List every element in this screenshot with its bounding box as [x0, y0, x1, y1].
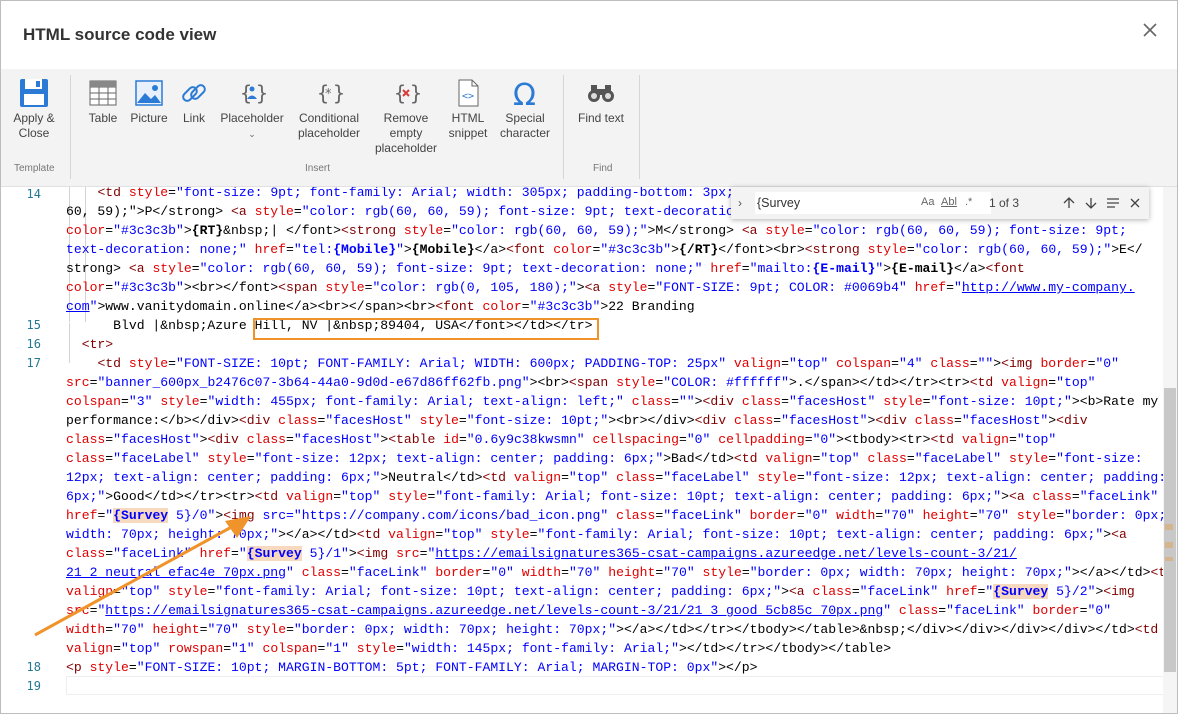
code-line: text-decoration: none;" href="tel:{Mobil… [66, 242, 1143, 257]
template-group-label: Template [14, 163, 55, 174]
conditional-placeholder-label: Conditional placeholder [297, 111, 361, 140]
highlighted-src: src="https://company.com/icons/bad_icon.… [262, 508, 609, 523]
placeholder-icon: {} [236, 77, 268, 109]
find-in-selection-icon[interactable] [1105, 195, 1121, 211]
code-line: valign="top" style="font-family: Arial; … [66, 584, 1135, 599]
code-line: com">www.vanitydomain.online</a><br></sp… [66, 299, 695, 314]
chevron-right-icon[interactable]: › [738, 196, 750, 210]
conditional-placeholder-button[interactable]: {} * Conditional placeholder [293, 77, 365, 141]
code-editor[interactable]: 14 15 16 17 18 19 <td style="font-size: … [1, 187, 1163, 713]
save-icon [18, 77, 50, 109]
divider [70, 75, 71, 179]
svg-text:{: { [240, 81, 252, 105]
code-line: class="faceLink" href="{Survey 5}/1"><im… [66, 546, 1017, 561]
match-marker [1165, 524, 1173, 530]
code-line: strong> <a style="color: rgb(60, 60, 59)… [66, 261, 1025, 276]
code-line: <tr> [81, 337, 114, 352]
picture-label: Picture [130, 111, 168, 125]
ribbon-toolbar: Apply & Close Template Table Picture Lin… [1, 69, 1177, 187]
code-line: width="70" height="70" style="border: 0p… [66, 622, 1159, 637]
divider [639, 75, 640, 179]
code-line: color="#3c3c3b"><br></font><span style="… [66, 280, 1135, 295]
whole-word-toggle[interactable]: Abl [941, 196, 957, 208]
svg-text:*: * [325, 87, 332, 102]
binoculars-icon [585, 77, 617, 109]
html-file-icon: <> [452, 77, 484, 109]
code-line: class="facesHost"><div class="facesHost"… [66, 432, 1057, 447]
svg-text:<>: <> [462, 91, 474, 102]
arrow-up-icon[interactable] [1061, 195, 1077, 211]
regex-toggle[interactable]: .* [965, 196, 972, 208]
special-character-label: Special character [499, 111, 551, 140]
special-character-button[interactable]: Ω Special character [497, 77, 553, 141]
table-icon [87, 77, 119, 109]
code-line: src="https://emailsignatures365-csat-cam… [66, 603, 1112, 618]
find-widget: › Aa Abl .* 1 of 3 [731, 187, 1149, 219]
code-line: valign="top" rowspan="1" colspan="1" sty… [66, 641, 892, 656]
line-number: 14 [26, 187, 41, 201]
arrow-down-icon[interactable] [1083, 195, 1099, 211]
divider [563, 75, 564, 179]
apply-close-label: Apply & Close [13, 111, 55, 140]
code-line: colspan="3" style="width: 455px; font-fa… [66, 394, 1159, 409]
svg-text:{: { [394, 81, 406, 105]
find-group-label: Find [593, 163, 613, 174]
match-marker [1165, 542, 1173, 548]
link-label: Link [182, 111, 205, 125]
close-icon[interactable] [1139, 19, 1161, 41]
line-number: 16 [26, 337, 41, 351]
omega-icon: Ω [509, 77, 541, 113]
current-line [66, 676, 1163, 695]
html-snippet-label: HTML snippet [448, 111, 488, 140]
svg-text:Ω: Ω [513, 78, 536, 109]
table-button[interactable]: Table [85, 77, 121, 126]
link-button[interactable]: Link [177, 77, 211, 126]
code-line: 12px; text-align: center; padding: 6px;"… [66, 470, 1163, 485]
svg-text:}: } [410, 81, 422, 105]
chevron-down-icon: ⌄ [248, 129, 256, 139]
remove-empty-placeholder-label: Remove empty placeholder [374, 111, 438, 155]
apply-close-button[interactable]: Apply & Close [9, 77, 59, 141]
svg-text:}: } [333, 81, 345, 105]
code-line: class="faceLabel" style="font-size: 12px… [66, 451, 1143, 466]
close-find-icon[interactable] [1127, 195, 1143, 211]
placeholder-button[interactable]: {} Placeholder ⌄ [219, 77, 285, 142]
dialog-title: HTML source code view [23, 25, 217, 44]
remove-placeholder-icon: {} [390, 77, 422, 109]
line-number: 18 [26, 660, 41, 674]
find-text-button[interactable]: Find text [575, 77, 627, 126]
line-number: 17 [26, 356, 41, 370]
code-line: <p style="FONT-SIZE: 10pt; MARGIN-BOTTOM… [66, 660, 758, 675]
match-marker [1165, 557, 1173, 561]
code-line: 21_2_neutral_efac4e_70px.png" class="fac… [66, 565, 1163, 580]
code-line: Blvd |&nbsp;Azure Hill, NV |&nbsp;89404,… [66, 318, 593, 333]
conditional-placeholder-icon: {} * [313, 77, 345, 109]
placeholder-label: Placeholder [220, 111, 284, 125]
table-label: Table [88, 111, 118, 125]
code-line: <td style="FONT-SIZE: 10pt; FONT-FAMILY:… [97, 356, 1120, 371]
remove-empty-placeholder-button[interactable]: {} Remove empty placeholder [373, 77, 439, 156]
code-line: width: 70px; height: 70px;"></a></td><td… [66, 527, 1127, 542]
match-case-toggle[interactable]: Aa [921, 196, 934, 208]
svg-text:}: } [256, 81, 268, 105]
code-line: 6px;">Good</td></tr><tr><td valign="top"… [66, 489, 1159, 504]
link-icon [178, 77, 210, 109]
code-line: color="#3c3c3b">{RT}&nbsp;| </font><stro… [66, 223, 1127, 238]
code-line: src="banner_600px_b2476c07-3b64-44a0-9d0… [66, 375, 1096, 390]
picture-icon [133, 77, 165, 109]
code-line: href="{Survey 5}/0"><img src="https://co… [66, 508, 1163, 523]
html-source-dialog: HTML source code view Apply & Close Temp… [0, 0, 1178, 714]
find-text-label: Find text [577, 111, 625, 125]
picture-button[interactable]: Picture [129, 77, 169, 126]
highlight-box [253, 318, 599, 340]
scrollbar-thumb[interactable] [1164, 388, 1176, 672]
code-line: performance:</b></div><div class="facesH… [66, 413, 1088, 428]
match-count: 1 of 3 [989, 196, 1020, 210]
line-number: 15 [26, 318, 41, 332]
insert-group-label: Insert [305, 163, 331, 174]
line-number: 19 [26, 679, 41, 693]
html-snippet-button[interactable]: <> HTML snippet [445, 77, 491, 141]
